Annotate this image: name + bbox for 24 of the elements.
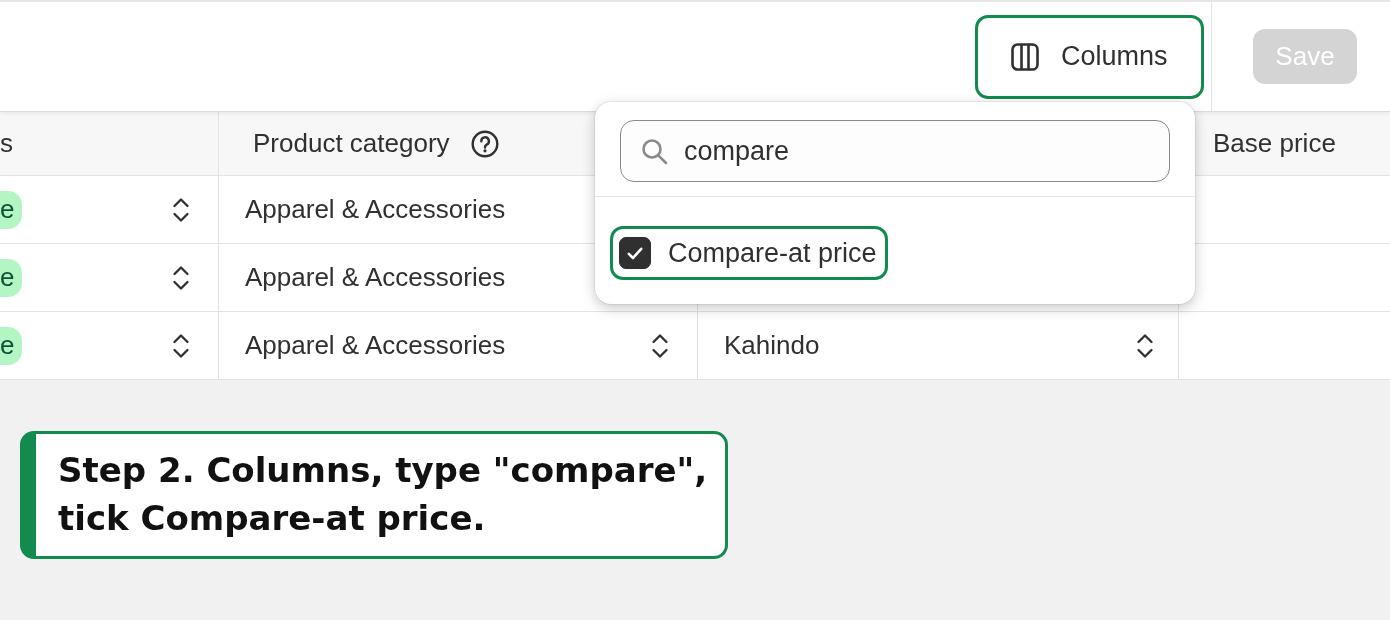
search-field[interactable]: compare (620, 120, 1170, 182)
table-cell: Apparel & Accessories (245, 194, 506, 225)
column-option[interactable]: Compare-at price (610, 226, 888, 280)
status-badge: e (0, 190, 23, 229)
table-cell: Kahindo (724, 330, 820, 361)
column-header: Product category (253, 128, 450, 159)
step-callout: Step 2. Columns, type "compare", tick Compare-at price. (20, 431, 728, 559)
search-icon (641, 137, 668, 165)
chevron-up-down-icon[interactable] (172, 264, 190, 291)
table-cell: Apparel & Accessories (245, 330, 506, 361)
chevron-up-down-icon[interactable] (651, 332, 669, 359)
column-header: Base price (1213, 128, 1336, 159)
columns-button[interactable]: Columns (975, 14, 1204, 99)
chevron-up-down-icon[interactable] (1136, 332, 1154, 359)
status-badge: e (0, 258, 23, 297)
chevron-up-down-icon[interactable] (172, 196, 190, 223)
help-icon[interactable] (470, 129, 499, 158)
table-cell: Apparel & Accessories (245, 262, 506, 293)
status-badge: e (0, 326, 23, 365)
check-icon (627, 246, 643, 260)
column-header: s (0, 128, 13, 159)
columns-icon (1011, 42, 1039, 71)
checkbox[interactable] (619, 237, 651, 269)
chevron-up-down-icon[interactable] (172, 332, 190, 359)
